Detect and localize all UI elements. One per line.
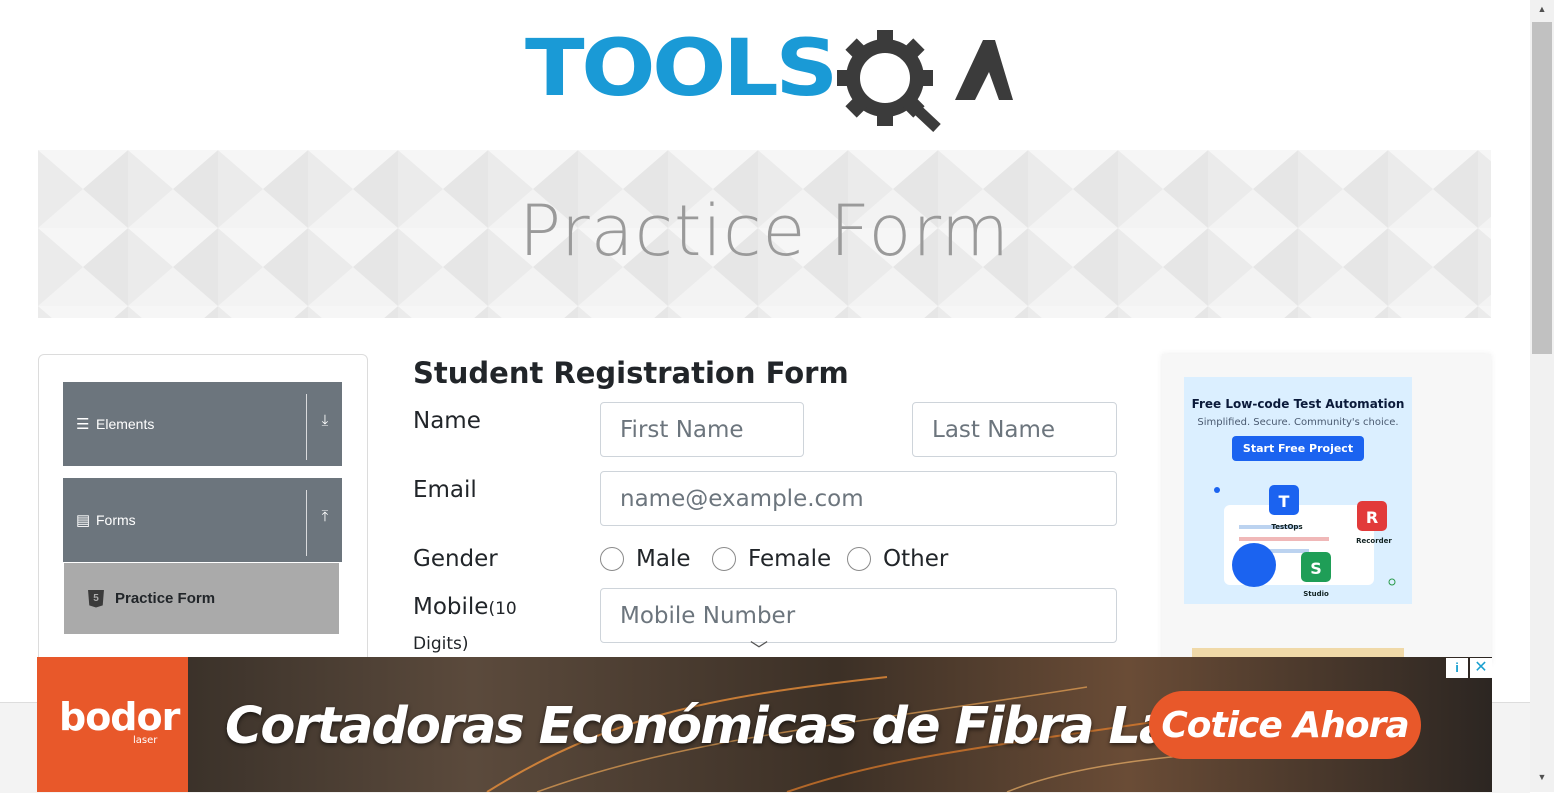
ad-right[interactable]: Free Low-code Test Automation Simplified…	[1162, 354, 1491, 664]
email-label: Email	[413, 477, 477, 503]
gender-radio-male[interactable]: Male	[600, 546, 690, 572]
cotice-ahora-button[interactable]: Cotice Ahora	[1149, 691, 1421, 759]
ad-subline: Simplified. Secure. Community's choice.	[1197, 417, 1399, 428]
gender-radio-other[interactable]: Other	[847, 546, 948, 572]
radio-label: Male	[636, 546, 691, 572]
first-name-input[interactable]	[600, 402, 804, 457]
page-title: Practice Form	[518, 190, 1011, 272]
brand-text: bodor	[59, 695, 180, 739]
hamburger-icon: ☰	[76, 416, 90, 433]
gender-label: Gender	[413, 546, 498, 572]
name-label: Name	[413, 408, 481, 434]
scrollbar-thumb[interactable]	[1532, 22, 1552, 354]
logo-text-tools: TOOLS	[525, 24, 838, 114]
download-arrow-icon: ⤓	[321, 412, 329, 429]
mobile-label: Mobile(10	[413, 594, 517, 620]
sidebar-group-forms[interactable]: ▤ Forms ⤒	[63, 478, 342, 562]
ad-label-recorder: Recorder	[1356, 537, 1392, 545]
bodor-logo: bodor laser	[37, 657, 188, 792]
ad-label-testops: TestOps	[1271, 523, 1302, 531]
brand-sub-text: laser	[133, 735, 158, 746]
ad-headline: Free Low-code Test Automation	[1191, 397, 1405, 411]
recorder-badge: R	[1366, 508, 1378, 527]
divider	[306, 490, 307, 556]
testops-badge: T	[1279, 492, 1290, 511]
radio-label: Other	[883, 546, 949, 572]
mobile-hint: (10	[488, 599, 517, 619]
sidebar-item-practice-form[interactable]: 5 Practice Form	[64, 563, 339, 634]
ad-headline: Cortadoras Económicas de Fibra Láser	[225, 697, 1257, 756]
sidebar-group-elements[interactable]: ☰ Elements ⤓	[63, 382, 342, 466]
divider	[306, 394, 307, 460]
scroll-up-arrow-icon[interactable]: ▲	[1530, 4, 1554, 14]
mobile-label-text: Mobile	[413, 594, 489, 620]
ad-label-studio: Studio	[1303, 590, 1329, 598]
start-free-project-button[interactable]: Start Free Project	[1231, 436, 1365, 461]
adchoices-icon[interactable]: i	[1446, 658, 1468, 678]
document-icon: ▤	[76, 512, 91, 529]
gender-radio-female[interactable]: Female	[712, 546, 831, 572]
radio-circle[interactable]	[600, 547, 624, 571]
mobile-hint-digits: Digits)	[413, 634, 469, 654]
ad-card[interactable]: Free Low-code Test Automation Simplified…	[1184, 377, 1412, 604]
sidebar-group-label: Elements	[96, 416, 155, 432]
close-ad-icon[interactable]: ✕	[1470, 658, 1492, 678]
upload-arrow-icon: ⤒	[321, 508, 329, 525]
sidebar-group-label: Forms	[96, 512, 136, 528]
radio-circle[interactable]	[847, 547, 871, 571]
gear-magnifier-icon	[837, 30, 1013, 133]
ad-illustration: T R S TestOps Recorder Studio	[1214, 485, 1396, 598]
toolsqa-logo[interactable]: TOOLS	[525, 22, 1015, 134]
ad-bottom-banner[interactable]: bodor laser Cortadoras Económicas de Fib…	[37, 657, 1492, 792]
last-name-input[interactable]	[912, 402, 1117, 457]
page-scrollbar[interactable]: ▲ ▼	[1530, 0, 1554, 792]
radio-circle[interactable]	[712, 547, 736, 571]
studio-badge: S	[1310, 559, 1322, 578]
mobile-input[interactable]	[600, 588, 1117, 643]
radio-label: Female	[748, 546, 832, 572]
form-title: Student Registration Form	[413, 356, 849, 390]
scroll-down-arrow-icon[interactable]: ▼	[1530, 772, 1554, 782]
sidebar-item-label: Practice Form	[115, 590, 216, 607]
html5-icon: 5	[88, 589, 104, 608]
email-input[interactable]	[600, 471, 1117, 526]
